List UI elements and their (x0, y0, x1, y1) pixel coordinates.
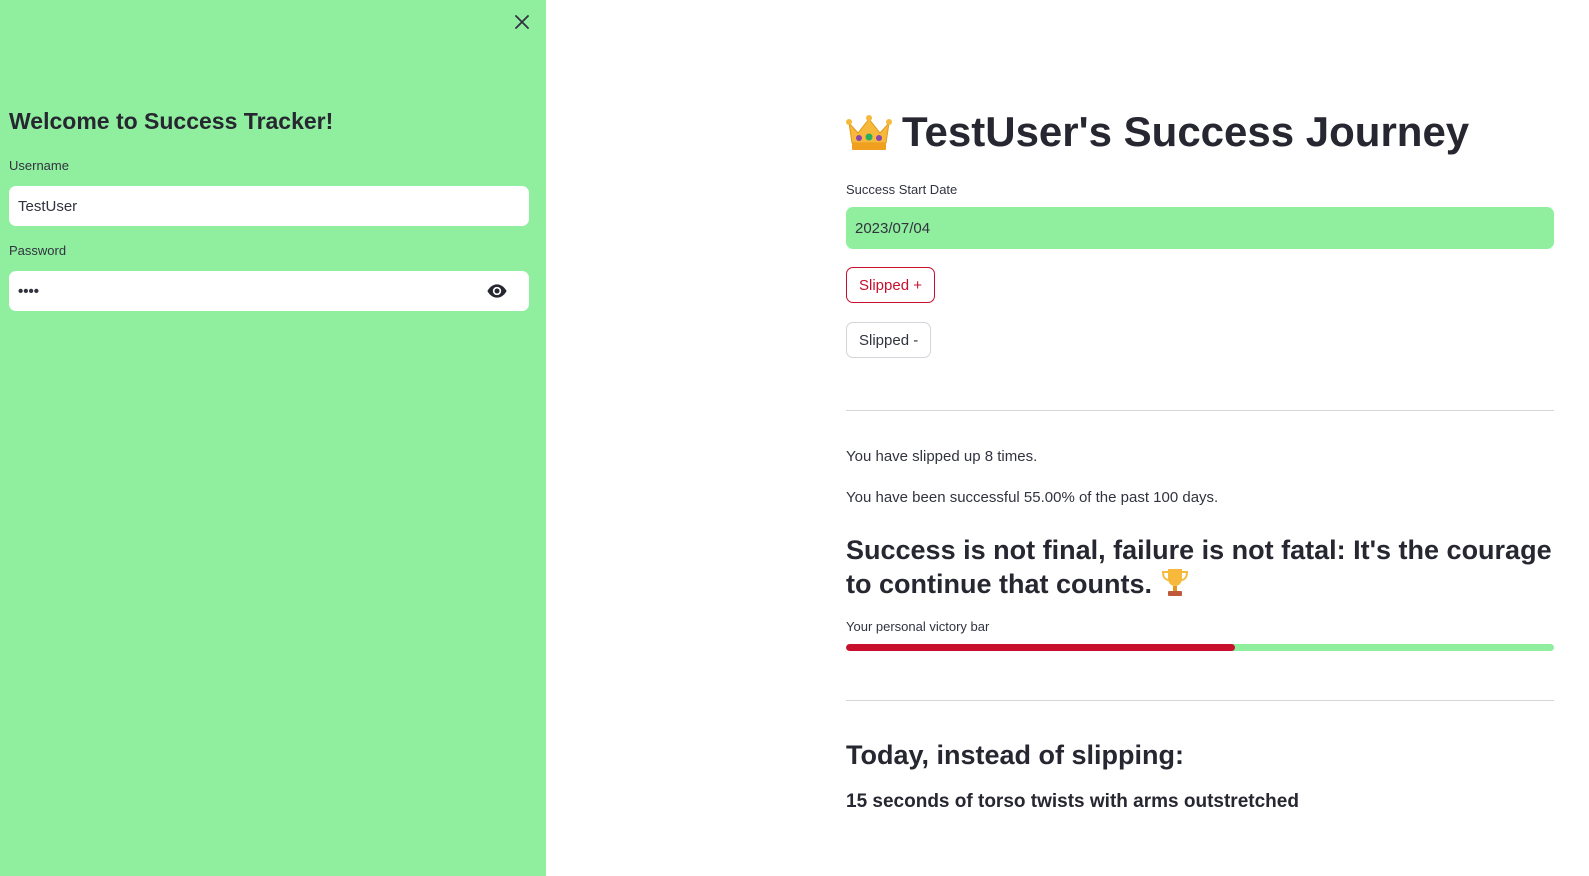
divider (846, 700, 1554, 701)
username-value: TestUser (18, 197, 78, 215)
page-title-text: TestUser's Success Journey (902, 108, 1470, 155)
slipped-plus-button[interactable]: Slipped + (846, 267, 935, 303)
start-date-input[interactable]: 2023/07/04 (846, 207, 1554, 249)
start-date-label: Success Start Date (846, 182, 958, 197)
username-label: Username (9, 158, 69, 173)
password-label: Password (9, 243, 67, 258)
sidebar-title: Welcome to Success Tracker! (9, 108, 334, 134)
close-sidebar-button[interactable] (508, 8, 536, 36)
app: Welcome to Success Tracker! Username Tes… (0, 0, 1589, 876)
password-input[interactable]: •••• (9, 271, 529, 311)
crown-icon (846, 115, 892, 150)
username-input[interactable]: TestUser (9, 186, 529, 226)
password-value: •••• (18, 282, 40, 300)
alternative-activity: 15 seconds of torso twists with arms out… (846, 791, 1299, 812)
slipped-minus-button[interactable]: Slipped - (846, 322, 932, 358)
close-icon (515, 15, 529, 29)
divider (846, 410, 1554, 411)
quote-heading: Success is not final, failure is not fat… (846, 533, 1554, 601)
sidebar: Welcome to Success Tracker! Username Tes… (0, 0, 546, 876)
victory-bar (846, 644, 1554, 651)
alternative-heading: Today, instead of slipping: (846, 740, 1185, 770)
victory-bar-label: Your personal victory bar (846, 619, 990, 634)
success-rate-text: You have been successful 55.00% of the p… (846, 489, 1219, 506)
page-title: TestUser's Success Journey (846, 108, 1469, 156)
victory-bar-fill (846, 644, 1236, 651)
trophy-icon (1161, 569, 1188, 596)
start-date-value: 2023/07/04 (855, 219, 931, 237)
eye-icon[interactable] (487, 282, 507, 300)
quote-text: Success is not final, failure is not fat… (846, 535, 1552, 599)
slipped-count-text: You have slipped up 8 times. (846, 448, 1038, 465)
